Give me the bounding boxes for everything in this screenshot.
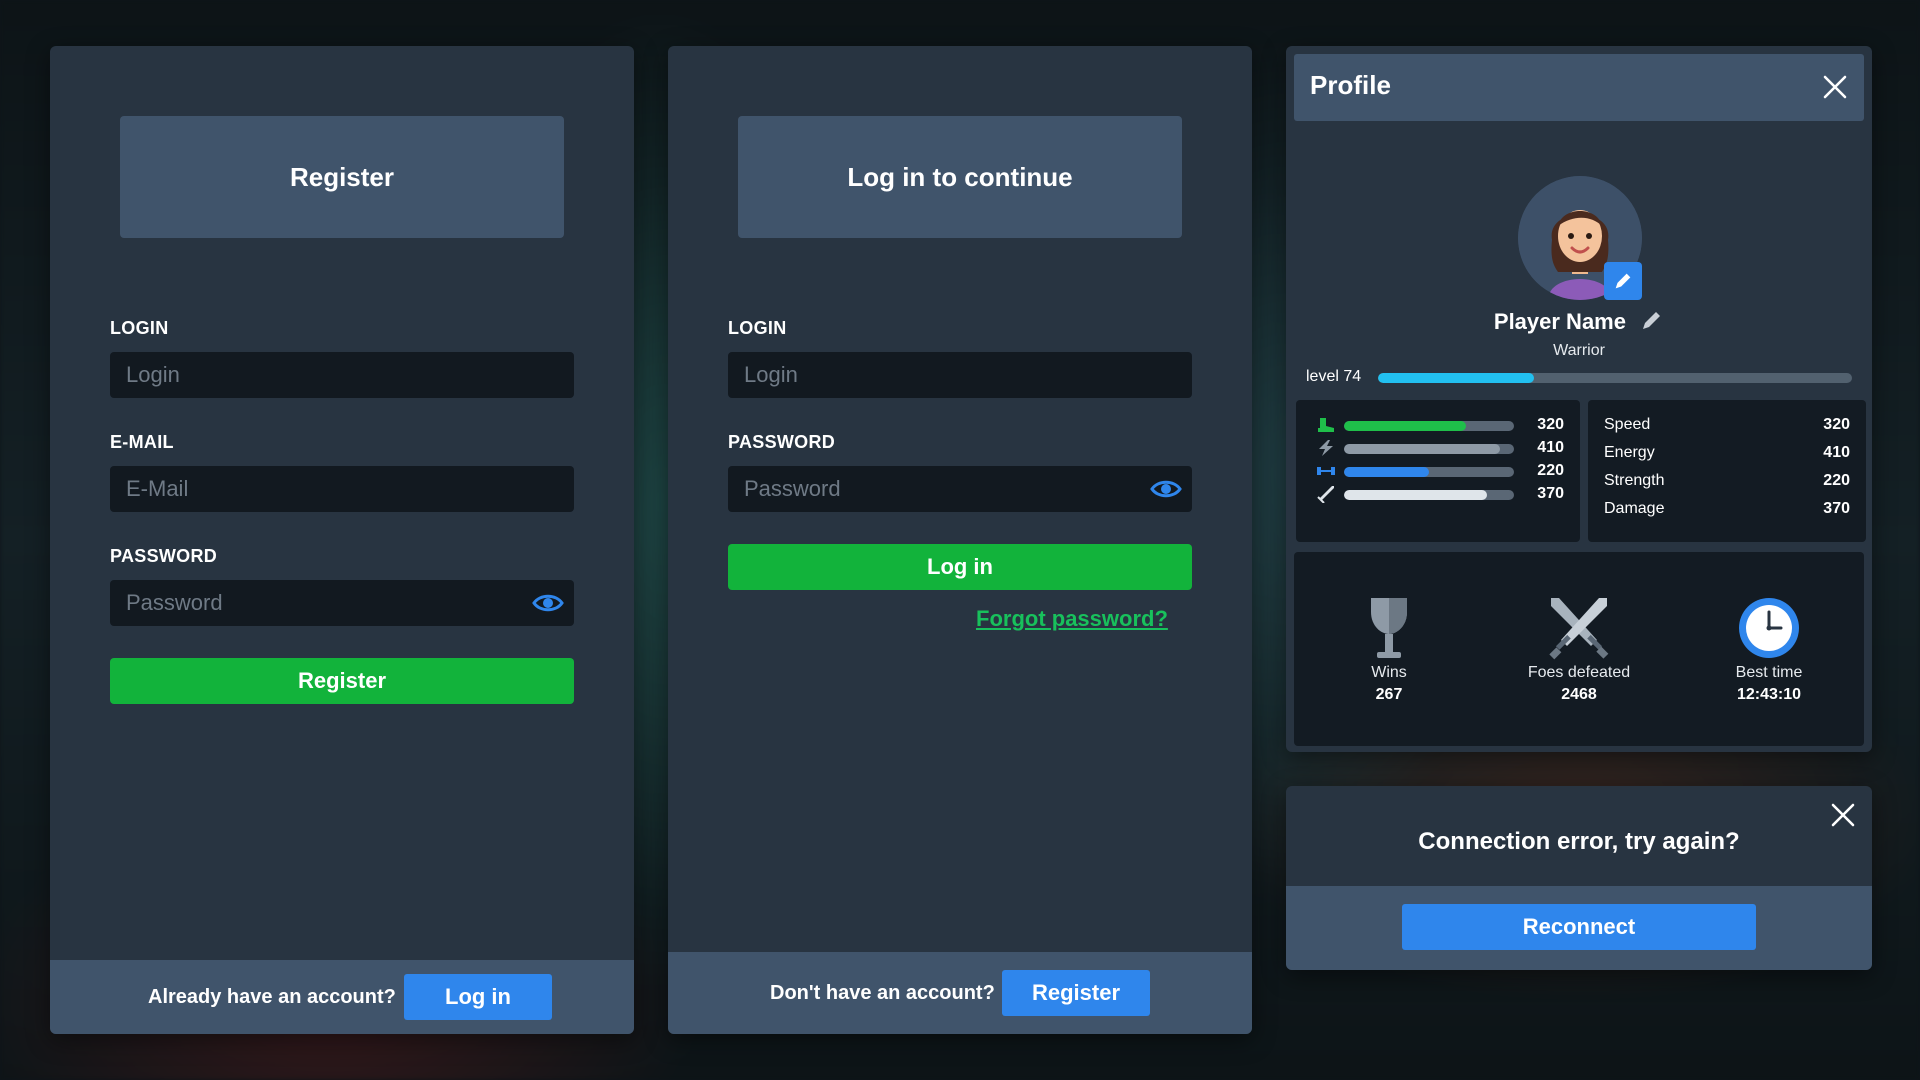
best-time-value: 12:43:10: [1736, 686, 1802, 703]
stat-name: Speed: [1604, 416, 1651, 433]
stat-name: Energy: [1604, 444, 1655, 461]
best-time-label: Best time: [1735, 664, 1803, 681]
stat-bar-track: [1344, 490, 1514, 500]
login-input[interactable]: [728, 352, 1192, 398]
email-field-container: [110, 466, 574, 512]
player-name-text: Player Name: [1493, 309, 1626, 334]
password-field-container: [728, 466, 1192, 512]
reconnect-button[interactable]: Reconnect: [1402, 904, 1756, 950]
stat-value: 370: [1823, 500, 1850, 517]
level-progress-bar: [1378, 373, 1852, 383]
edit-name-pencil-icon[interactable]: [1640, 308, 1664, 332]
level-progress-fill: [1378, 373, 1535, 383]
stat-bar-value: 220: [1537, 462, 1564, 479]
profile-title: Profile: [1310, 70, 1391, 100]
login-submit-button[interactable]: Log in: [728, 544, 1192, 590]
boot-icon: [1318, 418, 1334, 432]
stat-bar-fill: [1344, 444, 1501, 454]
foes-label: Foes defeated: [1527, 664, 1631, 681]
lightning-icon: [1319, 440, 1333, 456]
close-icon[interactable]: [1830, 802, 1856, 828]
login-panel: Log in to continue LOGIN PASSWORD Log in…: [668, 46, 1252, 1034]
register-email-input[interactable]: [110, 466, 574, 512]
stat-list-box: Speed 320 Energy 410 Strength 220 Damage 370: [1588, 400, 1866, 542]
footer-login-button[interactable]: Log in: [404, 974, 552, 1020]
email-label: E-MAIL: [110, 432, 174, 452]
stat-bar-value: 320: [1537, 416, 1564, 433]
achievements-box: Wins 267 Foes defeated 2468 Best time 12…: [1294, 552, 1864, 746]
stat-bar-value: 370: [1537, 485, 1564, 502]
sword-icon: [1317, 486, 1334, 503]
close-icon[interactable]: [1822, 74, 1848, 100]
password-label: PASSWORD: [110, 546, 218, 566]
already-have-account-text: Already have an account?: [148, 986, 396, 1008]
profile-panel: Profile Player Name Warrior level 74 320…: [1286, 46, 1872, 752]
register-footer: Already have an account? Log in: [50, 960, 634, 1034]
wins-label: Wins: [1371, 664, 1407, 681]
footer-register-button[interactable]: Register: [1002, 970, 1150, 1016]
trophy-icon: [1371, 598, 1407, 658]
register-title: Register: [120, 116, 564, 238]
register-login-input[interactable]: [110, 352, 574, 398]
stat-name: Damage: [1604, 500, 1665, 517]
stat-name: Strength: [1604, 472, 1665, 489]
stat-bar-row: 370: [1296, 485, 1580, 503]
connection-error-dialog: Connection error, try again? Reconnect: [1286, 786, 1872, 970]
achievement-best-time: Best time 12:43:10: [1679, 594, 1859, 704]
password-field-container: [110, 580, 574, 626]
stat-bar-track: [1344, 444, 1514, 454]
eye-icon[interactable]: [1150, 477, 1182, 501]
login-footer: Don't have an account? Register: [668, 952, 1252, 1034]
dont-have-account-text: Don't have an account?: [770, 982, 995, 1004]
stat-bars-box: 320 410 220 370: [1296, 400, 1580, 542]
player-class: Warrior: [1553, 342, 1605, 359]
achievement-foes: Foes defeated 2468: [1489, 594, 1669, 704]
forgot-password-link[interactable]: Forgot password?: [976, 606, 1168, 632]
eye-icon[interactable]: [532, 591, 564, 615]
profile-header: Profile: [1294, 54, 1864, 121]
login-title: Log in to continue: [738, 116, 1182, 238]
stat-bar-fill: [1344, 490, 1487, 500]
pencil-icon: [1615, 273, 1631, 289]
login-password-input[interactable]: [728, 466, 1192, 512]
stat-bar-row: 220: [1296, 462, 1580, 480]
foes-value: 2468: [1561, 686, 1597, 703]
error-message: Connection error, try again?: [1418, 828, 1740, 855]
stat-bar-fill: [1344, 467, 1429, 477]
stat-value: 220: [1823, 472, 1850, 489]
error-dialog-footer: Reconnect: [1286, 886, 1872, 970]
stat-value: 410: [1823, 444, 1850, 461]
stat-bar-fill: [1344, 421, 1467, 431]
wins-value: 267: [1375, 686, 1403, 703]
register-panel: Register LOGIN E-MAIL PASSWORD Register …: [50, 46, 634, 1034]
stat-bar-value: 410: [1537, 439, 1564, 456]
crossed-swords-icon: [1549, 598, 1609, 660]
achievement-wins: Wins 267: [1299, 594, 1479, 704]
password-label: PASSWORD: [728, 432, 836, 452]
login-label: LOGIN: [110, 318, 169, 338]
login-label: LOGIN: [728, 318, 787, 338]
register-password-input[interactable]: [110, 580, 574, 626]
stat-bar-track: [1344, 467, 1514, 477]
stat-bar-track: [1344, 421, 1514, 431]
stat-bar-row: 320: [1296, 416, 1580, 434]
login-field-container: [110, 352, 574, 398]
dumbbell-icon: [1317, 467, 1335, 475]
login-field-container: [728, 352, 1192, 398]
stat-bar-row: 410: [1296, 439, 1580, 457]
clock-icon: [1739, 598, 1799, 658]
stat-value: 320: [1823, 416, 1850, 433]
register-submit-button[interactable]: Register: [110, 658, 574, 704]
edit-avatar-button[interactable]: [1604, 262, 1642, 300]
level-label: level 74: [1306, 368, 1362, 385]
player-name: Player Name: [1286, 308, 1872, 335]
